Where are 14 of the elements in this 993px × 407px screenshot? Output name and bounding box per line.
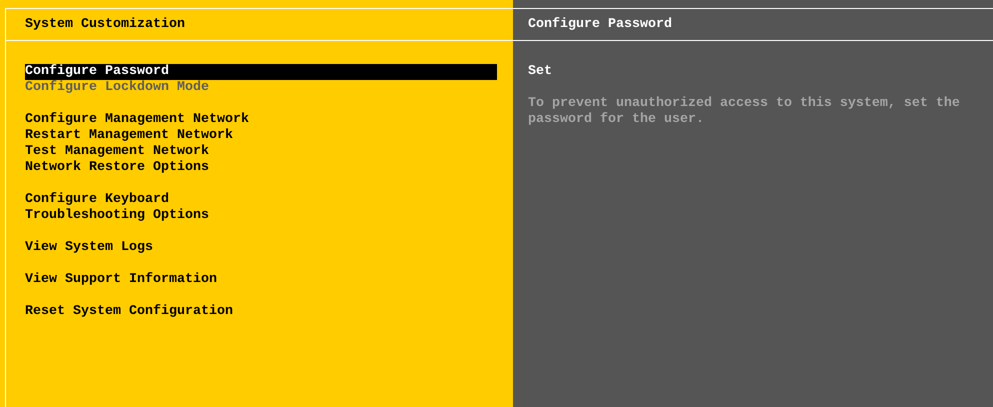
panel-title: System Customization (25, 16, 185, 32)
menu-item[interactable]: Reset System Configuration (25, 304, 497, 320)
status-text: Set (528, 64, 553, 80)
description-text: To prevent unauthorized access to this system, set the password for the user. (528, 96, 961, 128)
menu-item[interactable]: Restart Management Network (25, 128, 497, 144)
menu-item[interactable]: View System Logs (25, 240, 497, 256)
menu-item[interactable]: Network Restore Options (25, 160, 497, 176)
menu-item[interactable]: View Support Information (25, 272, 497, 288)
menu-item[interactable]: Configure Password (25, 64, 497, 80)
panel-title: Configure Password (528, 16, 672, 32)
menu-item[interactable]: Troubleshooting Options (25, 208, 497, 224)
menu-item[interactable]: Configure Management Network (25, 112, 497, 128)
menu-item[interactable]: Configure Keyboard (25, 192, 497, 208)
menu-item[interactable]: Test Management Network (25, 144, 497, 160)
